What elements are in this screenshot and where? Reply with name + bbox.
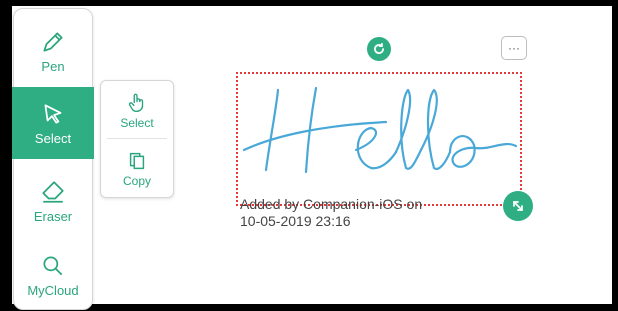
more-icon: ··· xyxy=(508,41,520,55)
select-arrow-icon xyxy=(44,103,62,124)
submenu-select-label: Select xyxy=(120,116,154,130)
select-submenu: Select Copy xyxy=(100,80,174,198)
submenu-select-button[interactable]: Select xyxy=(101,83,173,139)
pen-icon xyxy=(43,31,63,52)
submenu-copy-label: Copy xyxy=(122,174,151,188)
caption-line-2: 10-05-2019 23:16 xyxy=(240,213,351,229)
caption-line-1: Added by Companion-iOS on xyxy=(240,196,423,212)
resize-diagonal-icon xyxy=(513,201,523,211)
select-tool-label: Select xyxy=(34,130,72,146)
pen-tool-button[interactable]: Pen xyxy=(14,15,92,87)
rotate-icon xyxy=(374,42,384,54)
left-toolbar: Pen Select Eraser MyCloud xyxy=(12,8,94,311)
copy-icon xyxy=(129,152,145,170)
hand-pointer-icon xyxy=(128,93,144,112)
select-tool-button[interactable]: Select xyxy=(12,87,94,159)
mycloud-tool-button[interactable]: MyCloud xyxy=(14,239,92,311)
note-caption: Added by Companion-iOS on 10-05-2019 23:… xyxy=(240,196,422,230)
handwriting-hello-drawing[interactable] xyxy=(236,80,522,190)
eraser-tool-button[interactable]: Eraser xyxy=(14,165,92,237)
search-cloud-icon xyxy=(43,255,63,275)
eraser-icon xyxy=(42,180,64,203)
submenu-divider xyxy=(107,138,167,139)
resize-handle[interactable] xyxy=(503,191,533,221)
eraser-tool-label: Eraser xyxy=(33,208,73,224)
submenu-copy-button[interactable]: Copy xyxy=(101,141,173,197)
pen-tool-label: Pen xyxy=(41,58,65,74)
mycloud-tool-label: MyCloud xyxy=(27,282,79,298)
rotate-handle[interactable] xyxy=(367,37,391,61)
more-options-button[interactable]: ··· xyxy=(501,36,527,60)
